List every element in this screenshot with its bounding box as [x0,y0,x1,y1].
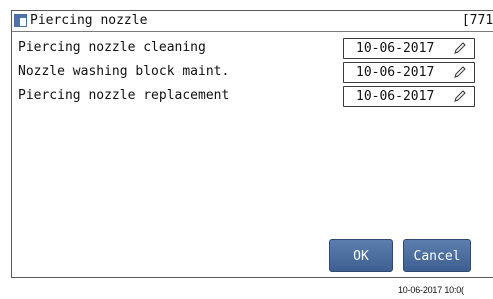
date-field-washing-block[interactable]: 10-06-2017 [343,62,475,83]
date-value: 10-06-2017 [356,41,435,56]
date-value: 10-06-2017 [356,89,435,104]
piercing-nozzle-window: Piercing nozzle [7710 Piercing nozzle cl… [11,10,493,278]
maintenance-row-washing-block: Nozzle washing block maint. 10-06-2017 [12,60,493,84]
screen: Piercing nozzle [7710 Piercing nozzle cl… [0,0,493,299]
title-bar: Piercing nozzle [7710 [12,11,493,32]
window-icon [14,14,27,27]
pencil-icon [454,42,466,54]
status-datetime: 10-06-2017 10:0( [398,285,464,295]
maintenance-row-cleaning: Piercing nozzle cleaning 10-06-2017 [12,36,493,60]
date-field-cleaning[interactable]: 10-06-2017 [343,38,475,59]
date-value: 10-06-2017 [356,65,435,80]
pencil-icon [454,66,466,78]
row-label: Piercing nozzle replacement [18,88,230,103]
ok-button[interactable]: OK [329,239,393,272]
row-label: Piercing nozzle cleaning [18,40,206,55]
cancel-button[interactable]: Cancel [403,239,471,272]
date-field-replacement[interactable]: 10-06-2017 [343,86,475,107]
window-title: Piercing nozzle [30,13,148,28]
row-label: Nozzle washing block maint. [18,64,230,79]
pencil-icon [454,90,466,102]
maintenance-row-replacement: Piercing nozzle replacement 10-06-2017 [12,84,493,108]
screen-code: [7710 [461,13,493,28]
